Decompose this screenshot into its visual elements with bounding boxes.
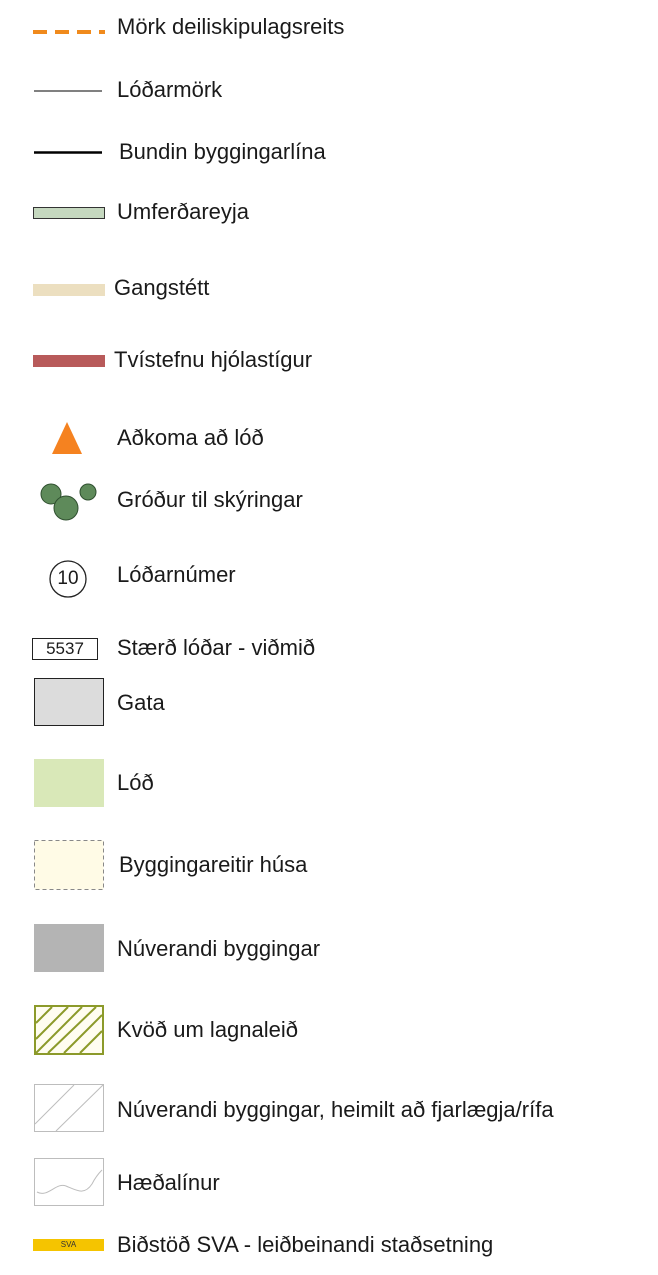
- sidewalk-swatch: [33, 284, 105, 296]
- legend-label: Bundin byggingarlína: [119, 139, 326, 164]
- legend-item-gata: Gata: [0, 675, 658, 735]
- legend-label: Núverandi byggingar, heimilt að fjarlægj…: [117, 1097, 554, 1122]
- legend-label: Aðkoma að lóð: [117, 425, 264, 450]
- traffic-island-swatch: [33, 207, 105, 219]
- bus-stop-badge-text: SVA: [60, 1240, 77, 1249]
- dashed-line-symbol: [33, 30, 105, 34]
- utility-easement-hatched-swatch: [34, 1005, 104, 1055]
- thick-line-symbol: [34, 151, 102, 154]
- legend-item-adkoma-ad-lod: Aðkoma að lóð: [0, 408, 658, 468]
- legend-label: Gróður til skýringar: [117, 487, 303, 512]
- access-triangle-icon: [52, 422, 82, 454]
- legend-item-nuverandi-byggingar: Núverandi byggingar: [0, 920, 658, 980]
- legend-label: Núverandi byggingar: [117, 936, 321, 961]
- legend-label: Mörk deiliskipulagsreits: [117, 14, 345, 39]
- legend-label: Gangstétt: [114, 275, 210, 300]
- legend-label: Biðstöð SVA - leiðbeinandi staðsetning: [117, 1232, 494, 1257]
- legend-item-bidstod-sva: SVA Biðstöð SVA - leiðbeinandi staðsetni…: [0, 1215, 658, 1275]
- legend-item-lod: Lóð: [0, 755, 658, 815]
- legend-item-lodarnumer: 10 Lóðarnúmer: [0, 545, 658, 605]
- street-swatch: [34, 678, 104, 726]
- legend-label: Tvístefnu hjólastígur: [114, 347, 313, 372]
- legend-label: Gata: [117, 690, 165, 715]
- bike-path-swatch: [33, 355, 105, 367]
- legend-label: Hæðalínur: [117, 1170, 220, 1195]
- thin-line-symbol: [34, 90, 102, 92]
- legend-item-staerd-lodar: 5537 Stærð lóðar - viðmið: [0, 618, 658, 678]
- legend-item-byggingareitir-husa: Byggingareitir húsa: [0, 835, 658, 895]
- legend-item-haedalinur: Hæðalínur: [0, 1150, 658, 1210]
- demolition-hatched-swatch: [34, 1084, 104, 1132]
- legend-item-mork-deiliskipulagsreits: Mörk deiliskipulagsreits: [0, 0, 658, 60]
- legend-item-umferdareyja: Umferðareyja: [0, 182, 658, 242]
- lot-number-text: 10: [57, 568, 79, 589]
- legend-label: Stærð lóðar - viðmið: [117, 635, 316, 660]
- building-area-swatch: [34, 840, 104, 890]
- vegetation-trees-icon: [40, 483, 97, 521]
- legend-item-nuverandi-byggingar-rifa: Núverandi byggingar, heimilt að fjarlægj…: [0, 1075, 658, 1135]
- legend-label: Umferðareyja: [117, 199, 250, 224]
- contour-lines-swatch: [34, 1158, 104, 1206]
- legend-item-grodur-til-skyringar: Gróður til skýringar: [0, 470, 658, 530]
- lot-size-text: 5537: [46, 639, 84, 658]
- legend-item-gangstett: Gangstétt: [0, 258, 658, 318]
- legend-item-bundin-byggingarlina: Bundin byggingarlína: [0, 122, 658, 182]
- legend-label: Kvöð um lagnaleið: [117, 1017, 299, 1042]
- lot-swatch: [34, 759, 104, 807]
- legend-label: Lóð: [117, 770, 154, 795]
- legend-label: Lóðarmörk: [117, 77, 223, 102]
- legend-label: Lóðarnúmer: [117, 562, 236, 587]
- existing-buildings-swatch: [34, 924, 104, 972]
- legend-item-lodarmork: Lóðarmörk: [0, 60, 658, 120]
- legend-item-tvistefnu-hjolastigur: Tvístefnu hjólastígur: [0, 330, 658, 390]
- legend-item-kvod-um-lagnaleid: Kvöð um lagnaleið: [0, 1000, 658, 1060]
- legend-label: Byggingareitir húsa: [119, 852, 308, 877]
